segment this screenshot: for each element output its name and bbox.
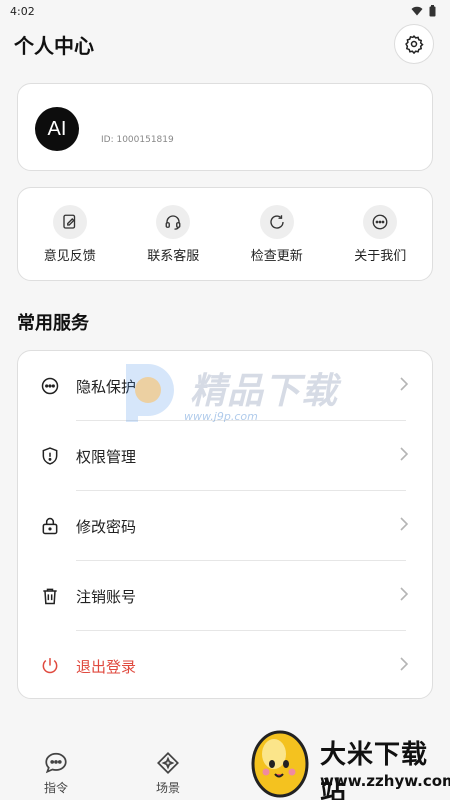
brand-url: www.zzhyw.com: [320, 772, 450, 790]
feedback-button[interactable]: 意见反馈: [18, 188, 122, 280]
nav-label: 场景: [155, 781, 180, 795]
nav-item-commands[interactable]: 指令: [26, 750, 86, 796]
chat-bubble-icon: [45, 752, 67, 774]
status-time: 4:02: [10, 4, 35, 18]
status-bar: 4:02: [0, 0, 450, 22]
brand-name: 大米下载站: [320, 740, 429, 800]
menu-item-label: 注销账号: [76, 587, 137, 606]
refresh-icon: [259, 205, 294, 239]
feedback-edit-icon: [52, 205, 87, 239]
shield-icon: [39, 445, 61, 467]
power-icon: [39, 655, 61, 677]
menu-item-privacy[interactable]: 隐私保护: [18, 351, 432, 421]
profile-card[interactable]: AI ID: 1000151819: [17, 83, 433, 171]
settings-button[interactable]: [394, 24, 434, 64]
chevron-right-icon: [400, 377, 408, 391]
headset-icon: [156, 205, 191, 239]
services-section-title: 常用服务: [17, 313, 89, 334]
page-title: 个人中心: [14, 34, 94, 58]
wifi-icon: [411, 6, 423, 16]
privacy-dots-icon: [39, 375, 61, 397]
battery-icon: [429, 5, 436, 17]
quick-actions-card: 意见反馈 联系客服 检查更新 关于我们: [17, 187, 433, 281]
chevron-right-icon: [400, 587, 408, 601]
contact-support-button[interactable]: 联系客服: [122, 188, 226, 280]
brand-badge: 大米下载站 www.zzhyw.com: [242, 722, 450, 800]
gear-icon: [405, 34, 424, 54]
avatar[interactable]: AI: [35, 107, 79, 151]
feedback-label: 意见反馈: [43, 249, 96, 264]
chevron-right-icon: [400, 657, 408, 671]
nav-item-scenes[interactable]: 场景: [138, 750, 198, 796]
services-menu-card: 隐私保护 权限管理 修改密码 注销账号 退出登录: [17, 350, 433, 699]
menu-item-label: 修改密码: [76, 517, 137, 536]
contact-support-label: 联系客服: [147, 249, 200, 264]
menu-item-delete-account[interactable]: 注销账号: [18, 561, 432, 631]
about-us-label: 关于我们: [354, 249, 407, 264]
status-icons: [411, 5, 436, 17]
nav-label: 指令: [43, 781, 68, 795]
lock-icon: [39, 515, 61, 537]
about-us-button[interactable]: 关于我们: [329, 188, 433, 280]
menu-item-permissions[interactable]: 权限管理: [18, 421, 432, 491]
menu-item-label: 权限管理: [76, 447, 137, 466]
egg-mascot-logo: [251, 730, 309, 798]
menu-item-label: 退出登录: [76, 657, 137, 676]
menu-item-label: 隐私保护: [76, 377, 137, 396]
more-dots-icon: [363, 205, 398, 239]
chevron-right-icon: [400, 447, 408, 461]
sparkle-diamond-icon: [157, 752, 179, 774]
menu-item-change-password[interactable]: 修改密码: [18, 491, 432, 561]
header: 个人中心: [0, 24, 450, 64]
check-update-button[interactable]: 检查更新: [225, 188, 329, 280]
menu-item-logout[interactable]: 退出登录: [18, 631, 432, 701]
check-update-label: 检查更新: [250, 249, 303, 264]
trash-icon: [39, 585, 61, 607]
chevron-right-icon: [400, 517, 408, 531]
user-id: ID: 1000151819: [101, 135, 174, 145]
